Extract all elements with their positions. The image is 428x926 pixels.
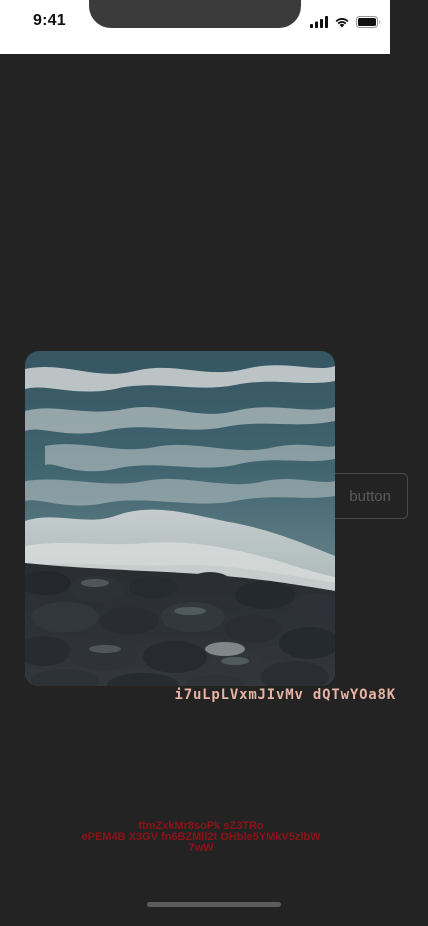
outline-button-label: button — [349, 487, 391, 505]
status-bar: 9:41 — [0, 0, 390, 54]
cellular-signal-icon — [310, 13, 328, 32]
red-text-line: 7wW — [188, 842, 214, 854]
caption-text: i7uLpLVxmJIvMv dQTwYOa8K — [174, 687, 396, 703]
device-notch — [89, 0, 301, 28]
sea-rocks-photo — [25, 351, 335, 686]
status-time: 9:41 — [33, 12, 66, 29]
red-text-block: ftmZxkMr8soPk sZ3TRo ePEM4B X3GV fn6BZMl… — [40, 821, 362, 854]
battery-icon — [356, 13, 381, 32]
status-icons — [310, 15, 381, 29]
home-indicator[interactable] — [147, 902, 281, 907]
wifi-icon — [334, 13, 350, 32]
app-screen: 9:41 button i7uLpLVxmJIvMv dQTwYOa8K ftm… — [0, 0, 428, 926]
